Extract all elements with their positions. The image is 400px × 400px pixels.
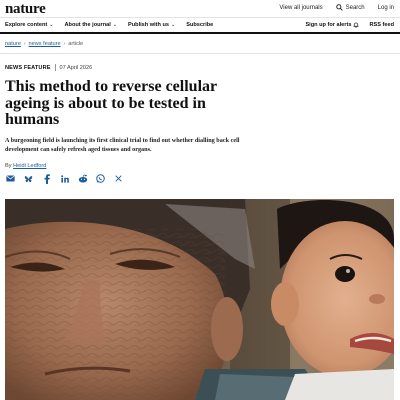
hero-photo-elderly-woman-and-child	[5, 199, 394, 400]
chevron-right-icon: ›	[23, 41, 26, 47]
breadcrumb-article: article	[68, 41, 84, 47]
top-bar: nature View all journals Search Log in	[0, 0, 400, 17]
search-button[interactable]: Search	[335, 4, 365, 11]
nav-about-journal[interactable]: About the journal ⌄	[64, 22, 117, 28]
linkedin-icon[interactable]	[59, 173, 70, 184]
bluesky-icon[interactable]	[23, 173, 34, 184]
search-icon	[335, 4, 343, 11]
whatsapp-icon[interactable]	[95, 173, 106, 184]
login-link[interactable]: Log in	[378, 5, 394, 11]
byline: By Heidi Ledford	[5, 163, 46, 169]
nature-logo[interactable]: nature	[5, 1, 46, 18]
article-type: NEWS FEATURE	[5, 64, 51, 71]
author-link[interactable]: Heidi Ledford	[13, 163, 46, 169]
article-meta: NEWS FEATURE 07 April 2026	[5, 64, 92, 71]
article-date: 07 April 2026	[59, 64, 93, 71]
bell-icon	[354, 22, 359, 28]
reddit-icon[interactable]	[77, 173, 88, 184]
chevron-right-icon: ›	[63, 41, 66, 47]
nav-publish-label: Publish with us	[128, 22, 170, 28]
chevron-down-icon: ⌄	[171, 22, 176, 28]
main-nav: Explore content ⌄ About the journal ⌄ Pu…	[0, 17, 400, 34]
breadcrumb-news-feature[interactable]: news feature	[29, 41, 61, 47]
alerts-label: Sign up for alerts	[305, 22, 352, 28]
x-icon[interactable]	[113, 173, 124, 184]
meta-separator	[54, 64, 56, 71]
facebook-icon[interactable]	[41, 173, 52, 184]
article-standfirst: A burgeoning field is launching its firs…	[5, 137, 240, 153]
breadcrumb: nature › news feature › article	[5, 41, 83, 47]
nav-about-label: About the journal	[64, 22, 111, 28]
top-links: View all journals Search Log in	[279, 4, 394, 11]
divider	[0, 53, 400, 54]
search-label: Search	[345, 4, 365, 11]
breadcrumb-nature[interactable]: nature	[5, 41, 21, 47]
view-all-journals-link[interactable]: View all journals	[279, 5, 322, 11]
chevron-down-icon: ⌄	[112, 22, 117, 28]
byline-prefix: By	[5, 163, 12, 169]
nav-explore-content[interactable]: Explore content ⌄	[5, 22, 53, 28]
nav-explore-label: Explore content	[5, 22, 48, 28]
sign-up-alerts-link[interactable]: Sign up for alerts	[305, 22, 359, 28]
article-title: This method to reverse cellular ageing i…	[5, 78, 217, 128]
chevron-down-icon: ⌄	[49, 22, 54, 28]
nav-publish-with-us[interactable]: Publish with us ⌄	[128, 22, 175, 28]
hero-photo	[5, 199, 394, 400]
email-icon[interactable]	[5, 173, 16, 184]
nav-subscribe[interactable]: Subscribe	[186, 22, 213, 28]
share-bar	[5, 173, 124, 184]
rss-feed-link[interactable]: RSS feed	[369, 22, 394, 28]
